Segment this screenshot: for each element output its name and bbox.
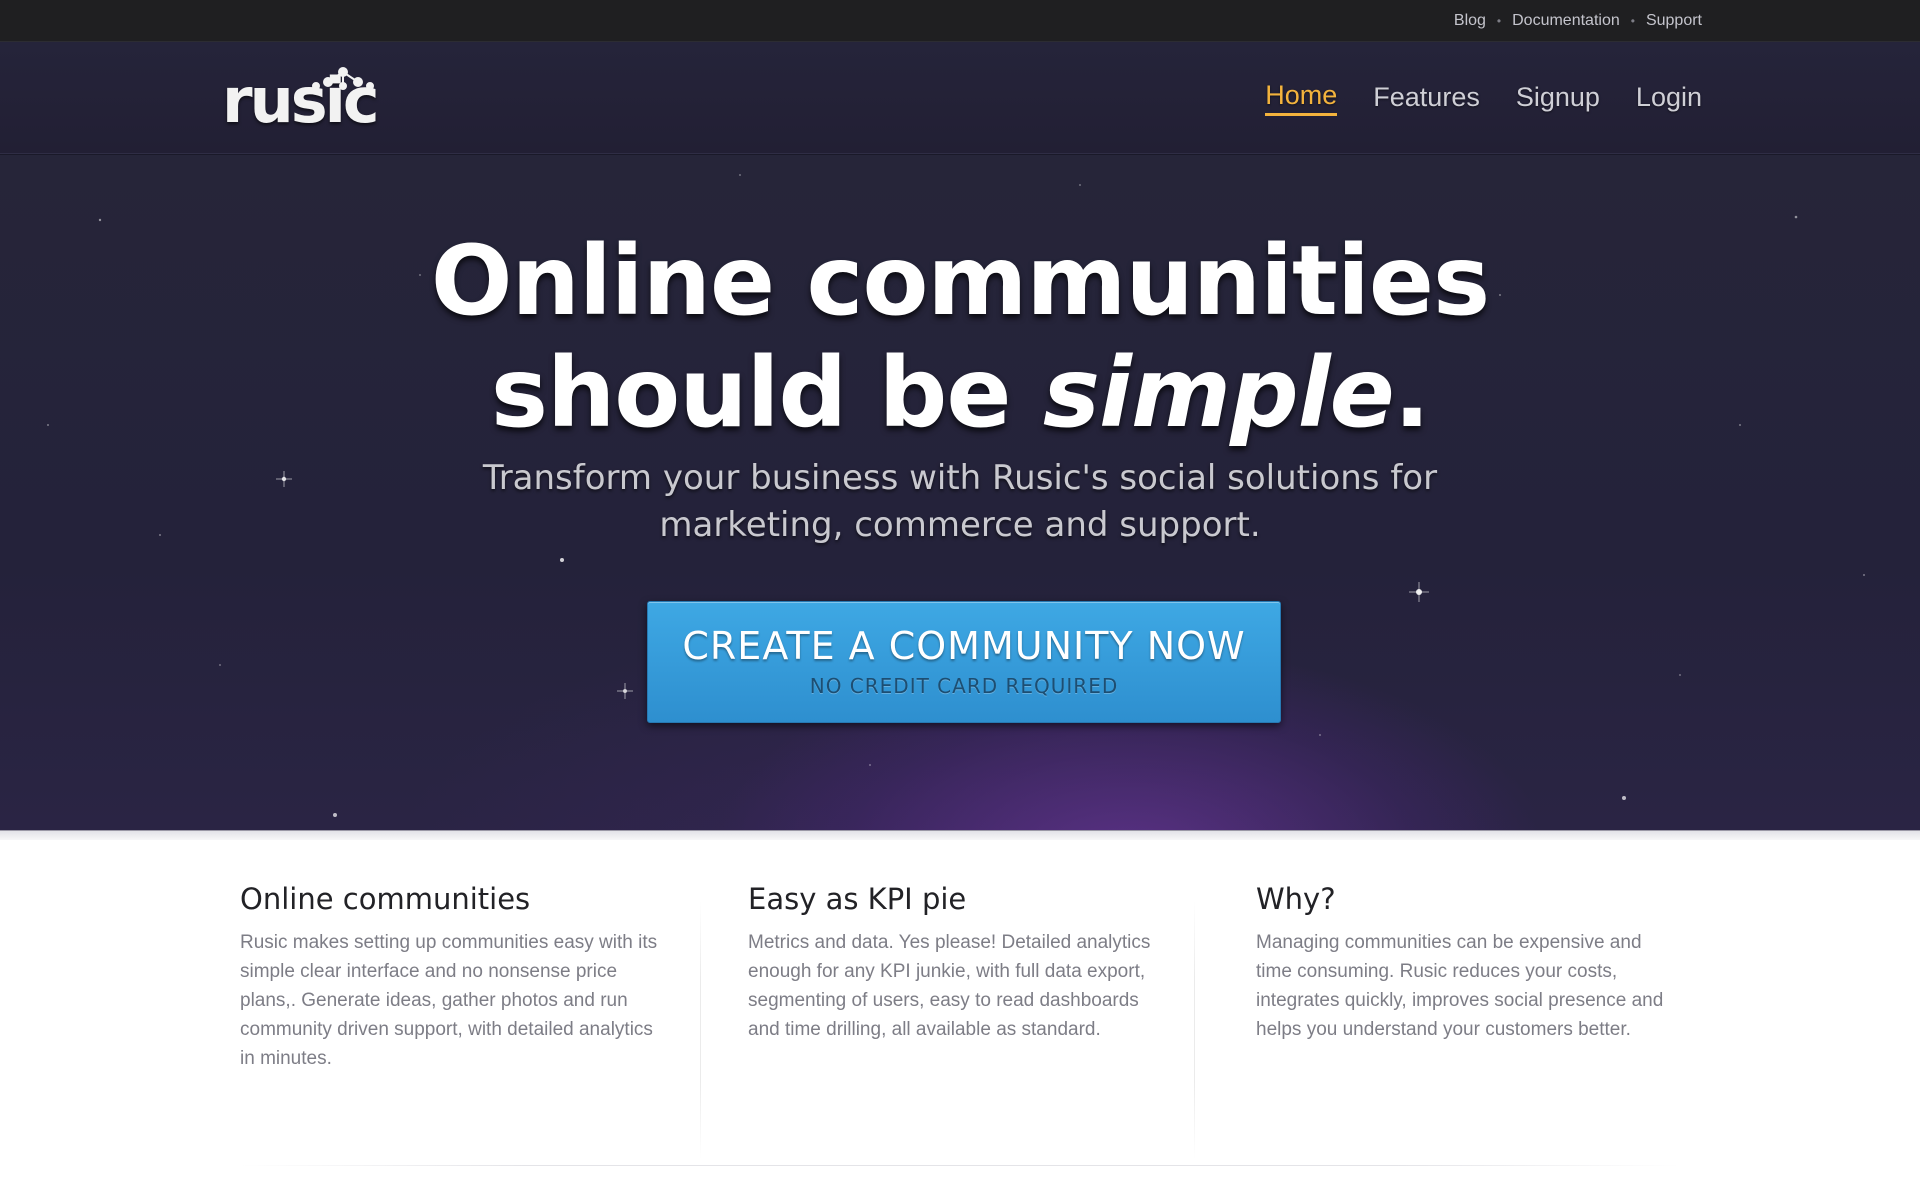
nav-login[interactable]: Login: [1636, 82, 1702, 115]
utility-bar: Blog • Documentation • Support: [0, 0, 1920, 42]
hero-title-suffix: .: [1393, 337, 1430, 449]
hero-title: Online communities should be simple.: [0, 225, 1920, 449]
nav-features[interactable]: Features: [1373, 82, 1480, 115]
feature-kpi-pie: Easy as KPI pie Metrics and data. Yes pl…: [748, 882, 1168, 1044]
hero-title-prefix: should be: [490, 337, 1043, 449]
rusic-logo[interactable]: rusic: [222, 64, 382, 134]
feature-heading: Online communities: [240, 882, 531, 916]
nav-signup[interactable]: Signup: [1516, 82, 1600, 115]
feature-body: Managing communities can be expensive an…: [1256, 932, 1664, 1040]
feature-body: Metrics and data. Yes please! Detailed a…: [748, 932, 1151, 1040]
nav-home[interactable]: Home: [1265, 80, 1338, 116]
cta-sublabel: NO CREDIT CARD REQUIRED: [809, 674, 1119, 698]
hero-title-line-2: should be simple.: [0, 337, 1920, 449]
main-nav: Home Features Signup Login: [1265, 76, 1702, 120]
create-community-button[interactable]: CREATE A COMMUNITY NOW NO CREDIT CARD RE…: [647, 601, 1281, 723]
hero-section: Online communities should be simple. Tra…: [0, 155, 1920, 830]
hero-bottom-edge: [0, 830, 1920, 840]
feature-heading: Why?: [1256, 882, 1336, 916]
site-header: rusic Home Features Signup Login: [0, 42, 1920, 154]
utility-separator: •: [1630, 14, 1635, 28]
utility-nav: Blog • Documentation • Support: [1454, 0, 1702, 42]
cta-label: CREATE A COMMUNITY NOW: [682, 624, 1246, 668]
bottom-divider: [240, 1165, 1680, 1166]
support-link[interactable]: Support: [1646, 12, 1702, 30]
feature-heading: Easy as KPI pie: [748, 882, 967, 916]
blog-link[interactable]: Blog: [1454, 12, 1486, 30]
hero-title-line-1: Online communities: [430, 225, 1490, 337]
features-section: Online communities Rusic makes setting u…: [0, 840, 1920, 1200]
column-divider: [1194, 900, 1195, 1160]
logo-network-icon: [312, 67, 374, 90]
page: Blog • Documentation • Support rusic Hom…: [0, 0, 1920, 1200]
hero-title-emphasis: simple: [1042, 337, 1395, 449]
feature-online-communities: Online communities Rusic makes setting u…: [240, 882, 660, 1073]
column-divider: [700, 900, 701, 1160]
feature-why: Why? Managing communities can be expensi…: [1256, 882, 1676, 1044]
documentation-link[interactable]: Documentation: [1512, 12, 1620, 30]
hero-subtitle: Transform your business with Rusic's soc…: [482, 458, 1438, 545]
feature-body: Rusic makes setting up communities easy …: [240, 932, 658, 1069]
utility-separator: •: [1496, 14, 1502, 28]
